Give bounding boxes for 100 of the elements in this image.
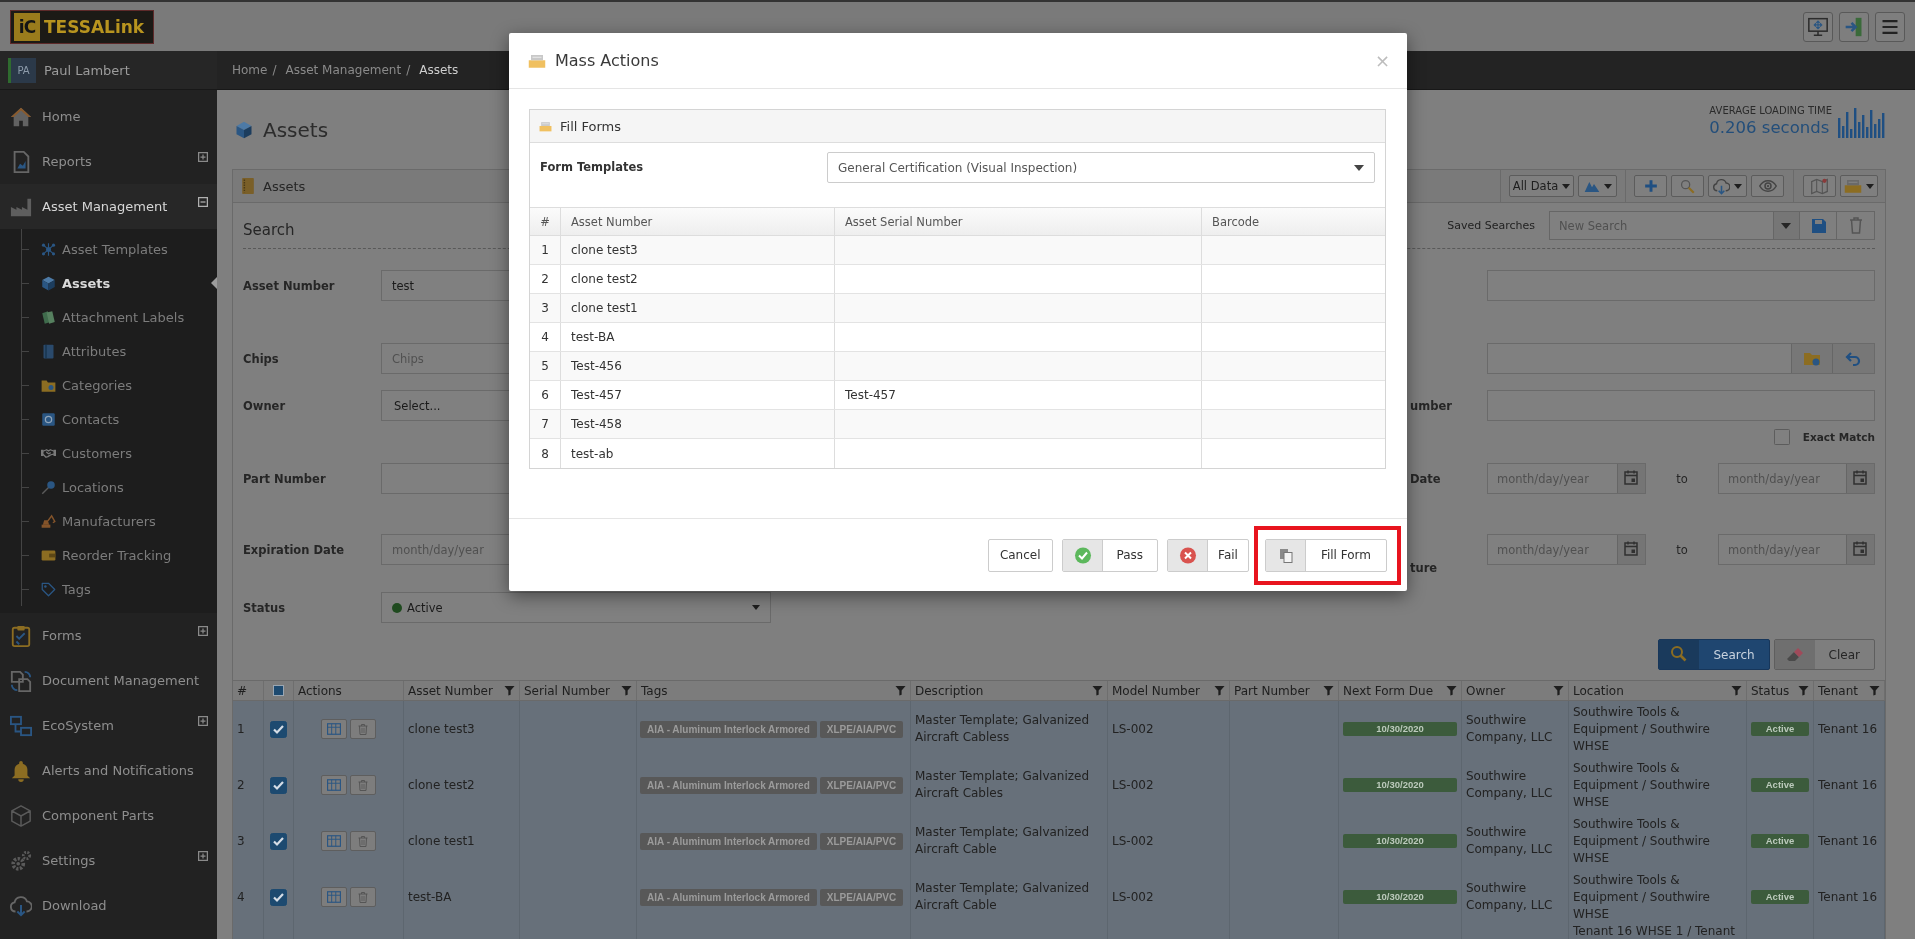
loading-time-value: 0.206 seconds <box>1709 117 1831 138</box>
filter-icon[interactable] <box>1214 685 1225 696</box>
menu-button[interactable] <box>1875 11 1905 42</box>
floppy-disk-icon[interactable] <box>1800 211 1837 240</box>
notebook-icon <box>242 178 254 194</box>
filter-icon[interactable] <box>1092 685 1103 696</box>
action-button[interactable] <box>350 887 376 907</box>
checkbox[interactable] <box>1773 429 1790 445</box>
filter-icon[interactable] <box>1869 685 1880 696</box>
data-filter-button[interactable]: All Data <box>1509 175 1574 197</box>
breadcrumb-link[interactable]: Asset Management <box>285 63 402 77</box>
action-button[interactable] <box>321 831 347 851</box>
nav-item[interactable]: Asset Management <box>0 184 217 229</box>
select-all-checkbox[interactable] <box>273 685 284 696</box>
cancel-button[interactable]: Cancel <box>987 538 1053 572</box>
cube-outline-icon <box>10 804 32 827</box>
expand-icon[interactable] <box>198 715 208 726</box>
nav-subitem[interactable]: Asset Templates <box>0 232 217 266</box>
column-header: Tags <box>641 683 668 698</box>
trash-icon <box>357 778 369 792</box>
calendar-icon[interactable] <box>1617 464 1645 493</box>
filter-icon[interactable] <box>504 685 515 696</box>
action-button[interactable] <box>350 831 376 851</box>
fill-button[interactable]: Fill Form <box>1264 538 1387 572</box>
search-button[interactable] <box>1671 175 1704 197</box>
nav-subitem[interactable]: Reorder Tracking <box>0 538 217 572</box>
add-button[interactable] <box>1634 175 1667 197</box>
mountains-button[interactable] <box>1578 175 1617 197</box>
user-name: Paul Lambert <box>44 62 130 78</box>
tray-button[interactable] <box>1840 175 1878 197</box>
nav-item[interactable]: Download <box>0 883 217 928</box>
checkbox-label: Exact Match <box>1802 431 1875 443</box>
table-icon <box>327 891 341 903</box>
row-checkbox[interactable] <box>270 776 287 794</box>
nav-item[interactable]: Forms <box>0 613 217 658</box>
folder-icon[interactable] <box>1791 344 1832 373</box>
calendar-icon[interactable] <box>1617 535 1645 564</box>
nav-item[interactable]: Component Parts <box>0 793 217 838</box>
collapse-icon[interactable] <box>198 196 208 207</box>
filter-icon[interactable] <box>1731 685 1742 696</box>
nav-item[interactable]: Home <box>0 94 217 139</box>
nav-subitem[interactable]: Attributes <box>0 334 217 368</box>
action-button[interactable] <box>350 775 376 795</box>
action-button[interactable] <box>321 887 347 907</box>
text-field[interactable]: test <box>381 270 512 301</box>
row-checkbox[interactable] <box>270 720 287 738</box>
row-number: 6 <box>530 381 561 409</box>
labels-icon <box>41 309 56 325</box>
template-select[interactable]: General Certification (Visual Inspection) <box>827 152 1375 183</box>
nav-item[interactable]: EcoSystem <box>0 703 217 748</box>
monitor-button[interactable] <box>1803 11 1833 42</box>
clear-button[interactable]: Clear <box>1773 639 1875 670</box>
expand-icon[interactable] <box>198 850 208 861</box>
nav-subitem[interactable]: Locations <box>0 470 217 504</box>
nav-subitem[interactable]: Tags <box>0 572 217 606</box>
search-button[interactable]: Search <box>1658 639 1770 670</box>
tag-icon <box>41 581 56 597</box>
filter-icon[interactable] <box>1798 685 1809 696</box>
action-button[interactable] <box>350 719 376 739</box>
expand-icon[interactable] <box>198 625 208 636</box>
map-button[interactable] <box>1803 175 1836 197</box>
nav-subitem[interactable]: Customers <box>0 436 217 470</box>
field-label: Asset Number <box>243 278 336 293</box>
door-arrow-button[interactable] <box>1839 11 1869 42</box>
filter-icon[interactable] <box>1446 685 1457 696</box>
caret-icon <box>1866 183 1874 189</box>
nav-subitem[interactable]: Categories <box>0 368 217 402</box>
row-checkbox[interactable] <box>270 888 287 906</box>
cloud-download-button[interactable] <box>1708 175 1747 197</box>
filter-icon[interactable] <box>621 685 632 696</box>
column-header: Description <box>915 683 984 698</box>
table-cell: Tenant 16 WHSE 1 / Tenant <box>1569 925 1747 939</box>
calendar-icon[interactable] <box>1846 464 1874 493</box>
nav-item[interactable]: Document Management <box>0 658 217 703</box>
field-label: Chips <box>243 351 280 366</box>
pass-button[interactable]: Pass <box>1061 538 1159 572</box>
filter-icon[interactable] <box>895 685 906 696</box>
breadcrumb-link[interactable]: Home <box>232 63 268 77</box>
status-select[interactable]: Active <box>381 592 771 623</box>
trash-icon[interactable] <box>1837 211 1875 240</box>
field-label: Owner <box>243 398 287 413</box>
fail-button[interactable]: Fail <box>1167 538 1249 572</box>
expand-icon[interactable] <box>198 151 208 162</box>
select-field[interactable]: Select... <box>381 390 512 421</box>
filter-icon[interactable] <box>1323 685 1334 696</box>
text-field[interactable] <box>381 463 512 494</box>
nav-item[interactable]: Reports <box>0 139 217 184</box>
calendar-icon[interactable] <box>1846 535 1874 564</box>
nav-subitem[interactable]: Assets <box>0 266 217 300</box>
nav-subitem[interactable]: Contacts <box>0 402 217 436</box>
eye-button[interactable] <box>1751 175 1784 197</box>
nav-subitem[interactable]: Manufacturers <box>0 504 217 538</box>
nav-item[interactable]: Alerts and Notifications <box>0 748 217 793</box>
filter-icon[interactable] <box>1553 685 1564 696</box>
nav-subitem[interactable]: Attachment Labels <box>0 300 217 334</box>
picker-field[interactable] <box>1487 343 1875 374</box>
nav-item[interactable]: Settings <box>0 838 217 883</box>
action-button[interactable] <box>321 775 347 795</box>
action-button[interactable] <box>321 719 347 739</box>
row-checkbox[interactable] <box>270 832 287 850</box>
